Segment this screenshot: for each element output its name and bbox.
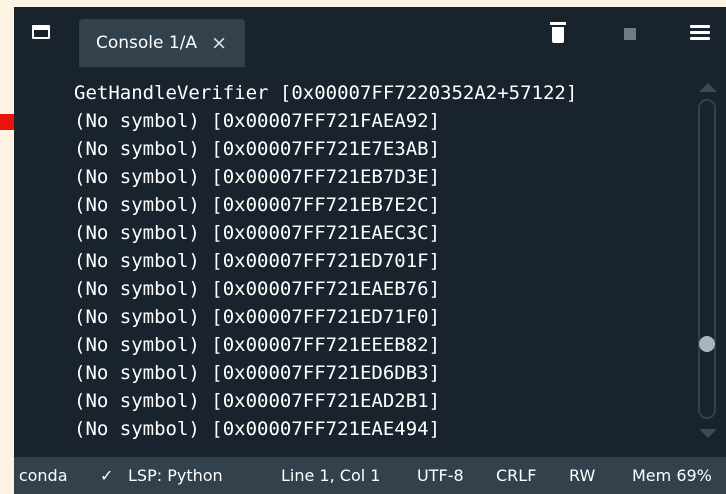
scroll-track[interactable] <box>698 99 716 419</box>
console-line: (No symbol) [0x00007FF721ED71F0] <box>74 306 441 328</box>
console-line: (No symbol) [0x00007FF721EAE494] <box>74 418 441 440</box>
status-eol: CRLF <box>496 466 537 485</box>
menu-icon[interactable] <box>690 25 710 40</box>
status-bar: s: conda ✓ LSP: Python Line 1, Col 1 UTF… <box>14 457 726 494</box>
console-pane: Console 1/A × GetHandleVerifier [0x00007… <box>14 7 726 494</box>
console-line: (No symbol) [0x00007FF721EAEB76] <box>74 278 441 300</box>
console-line: (No symbol) [0x00007FF721EB7E2C] <box>74 194 441 216</box>
trash-icon[interactable] <box>550 22 566 44</box>
check-icon: ✓ <box>100 466 114 485</box>
console-output[interactable]: GetHandleVerifier [0x00007FF7220352A2+57… <box>14 67 726 457</box>
close-icon[interactable]: × <box>211 33 227 53</box>
status-cursor: Line 1, Col 1 <box>281 466 381 485</box>
console-line: (No symbol) [0x00007FF721ED701F] <box>74 250 441 272</box>
scroll-down-arrow-icon[interactable] <box>699 429 717 438</box>
status-env[interactable]: s: conda <box>14 466 68 485</box>
stop-icon[interactable] <box>624 28 636 40</box>
console-line: (No symbol) [0x00007FF721ED6DB3] <box>74 362 441 384</box>
scroll-up-arrow-icon[interactable] <box>699 83 717 92</box>
console-line: (No symbol) [0x00007FF721EAD2B1] <box>74 390 441 412</box>
tab-title: Console 1/A <box>96 33 198 53</box>
console-line: (No symbol) [0x00007FF721E7E3AB] <box>74 138 441 160</box>
status-encoding: UTF-8 <box>417 466 464 485</box>
console-line: GetHandleVerifier [0x00007FF7220352A2+57… <box>74 82 578 104</box>
console-line: (No symbol) [0x00007FF721EB7D3E] <box>74 166 441 188</box>
tab-console[interactable]: Console 1/A × <box>79 19 245 67</box>
console-line: (No symbol) [0x00007FF721EEEB82] <box>74 334 441 356</box>
console-line: (No symbol) [0x00007FF721EAEC3C] <box>74 222 441 244</box>
console-line: (No symbol) [0x00007FF721FAEA92] <box>74 110 441 132</box>
scroll-handle[interactable] <box>699 336 715 352</box>
vertical-scrollbar[interactable] <box>694 79 724 451</box>
undock-icon[interactable] <box>32 25 50 39</box>
tab-bar: Console 1/A × <box>14 7 726 67</box>
status-memory: Mem 69% <box>632 466 712 485</box>
status-lsp[interactable]: LSP: Python <box>128 466 223 485</box>
status-mode: RW <box>569 466 596 485</box>
